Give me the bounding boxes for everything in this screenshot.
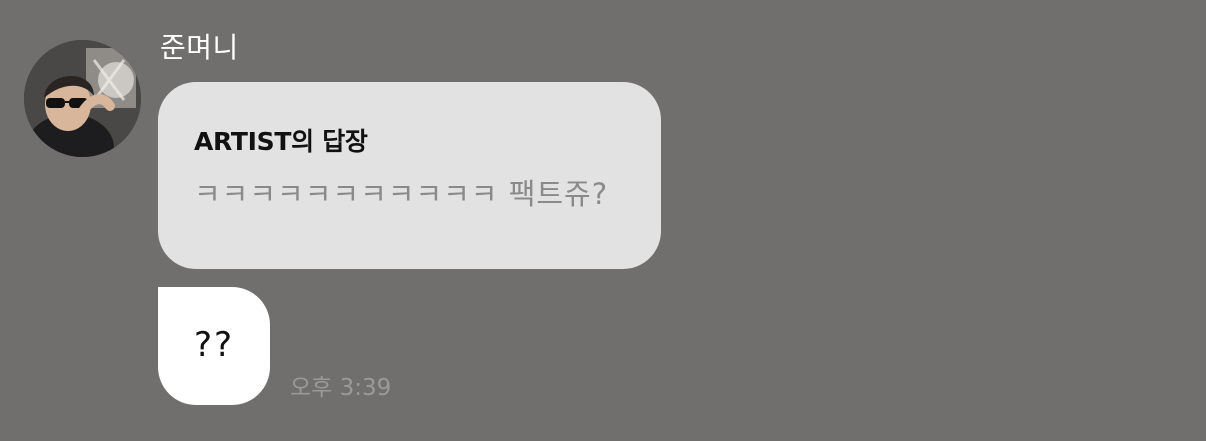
message-text: ??	[194, 325, 235, 365]
reply-title: ARTIST의 답장	[194, 127, 368, 156]
message-timestamp: 오후 3:39	[290, 375, 392, 401]
artist-reply-bubble[interactable]: ARTIST의 답장 ㅋㅋㅋㅋㅋㅋㅋㅋㅋㅋㅋ 팩트쥬?	[158, 82, 661, 269]
avatar[interactable]	[24, 40, 141, 157]
reply-quoted-text: ㅋㅋㅋㅋㅋㅋㅋㅋㅋㅋㅋ 팩트쥬?	[194, 177, 609, 211]
profile-photo-icon	[24, 40, 141, 157]
message-bubble[interactable]: ??	[158, 287, 270, 405]
sender-name: 준며니	[160, 31, 239, 64]
